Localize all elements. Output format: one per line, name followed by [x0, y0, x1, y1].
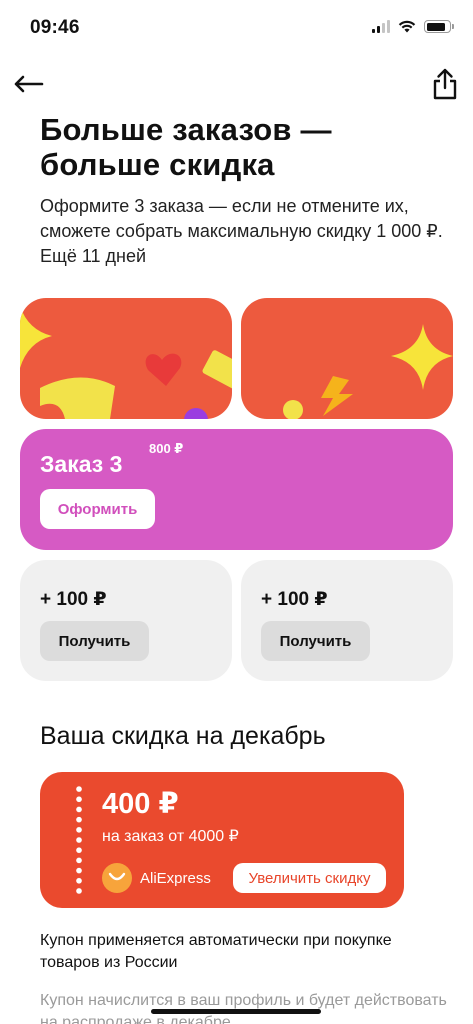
promo-banner-left[interactable] — [20, 298, 232, 419]
auto-apply-note: Купон применяется автоматически при поку… — [40, 932, 392, 971]
get-reward-button-2[interactable]: Получить — [261, 621, 370, 661]
status-time: 09:46 — [30, 17, 80, 38]
back-button[interactable] — [8, 64, 48, 104]
yellow-arc-shape — [40, 377, 115, 419]
wifi-icon — [398, 20, 416, 33]
home-indicator — [151, 1009, 321, 1014]
status-bar: 09:46 — [0, 0, 473, 56]
order-amount: 800 ₽ — [149, 441, 184, 456]
order-title: Заказ 3 — [40, 451, 123, 477]
arrow-left-icon — [14, 75, 44, 93]
promo-banner-right[interactable] — [241, 298, 453, 419]
aliexpress-logo-icon — [102, 863, 132, 893]
reward-amount: + 100 ₽ — [261, 589, 328, 610]
page-subtitle: Оформите 3 заказа — если не отмените их,… — [40, 196, 443, 266]
get-reward-button-1[interactable]: Получить — [40, 621, 149, 661]
sparkle-shape — [20, 306, 52, 368]
coupon-value: 400 ₽ — [102, 788, 179, 820]
discount-section-title: Ваша скидка на декабрь — [40, 722, 326, 750]
increase-discount-button[interactable]: Увеличить скидку — [233, 863, 386, 893]
share-button[interactable] — [425, 62, 465, 106]
brand-name: AliExpress — [140, 869, 211, 887]
coupon-card: 400 ₽ на заказ от 4000 ₽ AliExpress Увел… — [40, 772, 404, 908]
reward-card-2: + 100 ₽ Получить — [241, 560, 453, 681]
purple-ball-shape — [184, 408, 208, 419]
share-icon — [433, 68, 457, 100]
order-card: Заказ 3 800 ₽ Оформить — [20, 429, 453, 550]
sparkle-shape — [391, 324, 453, 390]
signal-icon — [372, 20, 390, 33]
yellow-dot-shape — [283, 400, 303, 419]
coupon-brand: AliExpress — [102, 863, 211, 893]
banner-art-left — [20, 306, 232, 419]
coupon-condition: на заказ от 4000 ₽ — [102, 828, 239, 845]
lightning-icon — [321, 376, 353, 416]
coupon-perforation — [76, 784, 82, 896]
reward-amount: + 100 ₽ — [40, 589, 107, 610]
profile-info-note: Купон начислится в ваш профиль и будет д… — [40, 992, 447, 1024]
battery-icon — [424, 20, 454, 33]
heart-icon — [145, 353, 182, 386]
page-title: Больше заказов — больше скидка — [40, 112, 332, 182]
status-icons — [372, 20, 454, 33]
plus-badge-shape — [202, 350, 232, 391]
banner-art-right — [283, 324, 453, 419]
place-order-button[interactable]: Оформить — [40, 489, 155, 529]
reward-card-1: + 100 ₽ Получить — [20, 560, 232, 681]
